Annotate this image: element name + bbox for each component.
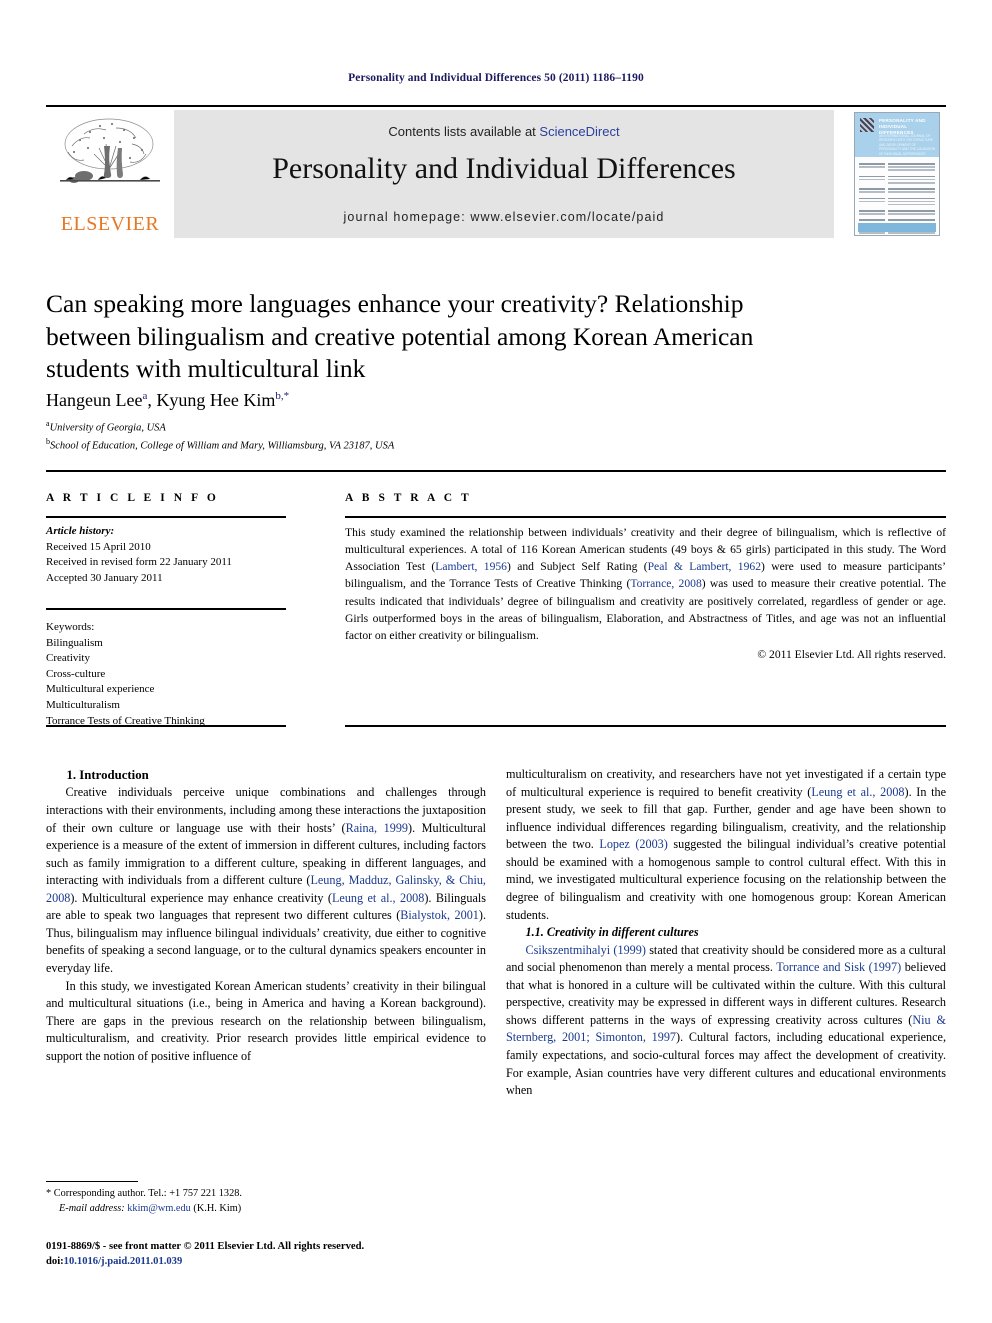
article-page: Personality and Individual Differences 5…	[0, 0, 992, 1323]
keywords-label: Keywords:	[46, 621, 95, 633]
abstract-citation-torrance[interactable]: Torrance, 2008	[630, 577, 701, 590]
abstract-copyright: © 2011 Elsevier Ltd. All rights reserved…	[757, 648, 946, 662]
citation-leung-et-al-2008-b[interactable]: Leung et al., 2008	[811, 785, 904, 799]
elsevier-wordmark: ELSEVIER	[60, 213, 160, 235]
abstract-part-2: ) and Subject Self Rating (	[506, 560, 648, 574]
article-history-label: Article history:	[46, 525, 115, 537]
paragraph-4: Csikszentmihalyi (1999) stated that crea…	[506, 942, 946, 1100]
affiliations: aUniversity of Georgia, USA bSchool of E…	[46, 418, 394, 455]
contents-available-line: Contents lists available at ScienceDirec…	[174, 124, 834, 139]
divider-keywords-bottom	[46, 725, 286, 727]
divider-abstract-bottom	[345, 725, 946, 727]
email-line: E-mail address: kkim@wm.edu (K.H. Kim)	[46, 1201, 486, 1216]
keyword-item: Multiculturalism	[46, 699, 120, 712]
revised-date: Received in revised form 22 January 2011	[46, 556, 232, 569]
cover-subtitle: AN INTERNATIONAL JOURNAL OF RESEARCH INT…	[879, 134, 936, 156]
journal-band: Contents lists available at ScienceDirec…	[174, 110, 834, 238]
citation-leung-et-al-2008[interactable]: Leung et al., 2008	[332, 891, 424, 905]
elsevier-logo: ELSEVIER	[46, 110, 174, 238]
keyword-item: Bilingualism	[46, 636, 103, 649]
article-info-heading: A R T I C L E I N F O	[46, 492, 219, 504]
journal-title: Personality and Individual Differences	[272, 152, 736, 185]
divider-abstract-top	[345, 516, 946, 518]
journal-cover-thumbnail[interactable]: PERSONALITY AND INDIVIDUAL DIFFERENCES A…	[848, 110, 946, 238]
keyword-item: Cross-culture	[46, 667, 106, 680]
author-2-affiliation-marker: b,*	[275, 390, 290, 402]
issn-copyright-block: 0191-8869/$ - see front matter © 2011 El…	[46, 1239, 566, 1270]
abstract-citation-lambert[interactable]: Lambert, 1956	[435, 560, 507, 573]
article-history: Article history: Received 15 April 2010 …	[46, 524, 286, 586]
journal-homepage-link[interactable]: journal homepage: www.elsevier.com/locat…	[174, 210, 834, 224]
citation-lopez-2003[interactable]: Lopez (2003)	[599, 837, 667, 851]
body-column-left: 1. Introduction Creative individuals per…	[46, 766, 486, 1065]
keyword-item: Multicultural experience	[46, 683, 155, 696]
doi-link[interactable]: 10.1016/j.paid.2011.01.039	[64, 1256, 183, 1267]
divider-above-article-info	[46, 470, 946, 472]
body-column-right: multiculturalism on creativity, and rese…	[506, 766, 946, 1100]
doi-label: doi:	[46, 1256, 64, 1268]
corresponding-author-footnote: * Corresponding author. Tel.: +1 757 221…	[46, 1186, 486, 1217]
paragraph-3: multiculturalism on creativity, and rese…	[506, 766, 946, 924]
section-heading-introduction: 1. Introduction	[66, 768, 149, 782]
affiliation-b: bSchool of Education, College of William…	[46, 436, 394, 454]
citation-bialystok-2001[interactable]: Bialystok, 2001	[400, 908, 479, 922]
keyword-item: Creativity	[46, 652, 90, 665]
paragraph-2: In this study, we investigated Korean Am…	[46, 978, 486, 1063]
journal-masthead: ELSEVIER Contents lists available at Sci…	[46, 105, 946, 238]
divider-article-info-top	[46, 516, 286, 518]
email-label: E-mail address:	[59, 1203, 125, 1215]
citation-csikszentmihalyi-1999[interactable]: Csikszentmihalyi (1999)	[526, 943, 646, 957]
author-list: Hangeun Leea, Kyung Hee Kimb,*	[46, 390, 289, 411]
accepted-date: Accepted 30 January 2011	[46, 571, 163, 584]
contents-prefix: Contents lists available at	[388, 124, 540, 139]
subsection-heading-creativity-cultures: 1.1. Creativity in different cultures	[525, 925, 699, 940]
email-owner: (K.H. Kim)	[193, 1203, 242, 1215]
abstract-heading: A B S T R A C T	[345, 492, 472, 504]
author-2: , Kyung Hee Kim	[147, 390, 276, 410]
email-link[interactable]: kkim@wm.edu	[127, 1203, 191, 1214]
divider-keywords-top	[46, 608, 286, 610]
running-head: Personality and Individual Differences 5…	[348, 72, 644, 84]
affiliation-b-text: School of Education, College of William …	[50, 440, 395, 452]
keywords-list: Keywords: Bilingualism Creativity Cross-…	[46, 620, 286, 729]
p1-text-c: ). Multicultural experience may enhance …	[70, 890, 332, 905]
affiliation-a-text: University of Georgia, USA	[49, 422, 166, 434]
citation-torrance-sisk-1997[interactable]: Torrance and Sisk (1997)	[776, 960, 901, 974]
citation-raina-1999[interactable]: Raina, 1999	[346, 821, 408, 835]
paragraph-1: Creative individuals perceive unique com…	[46, 784, 486, 977]
abstract-citation-peal-lambert[interactable]: Peal & Lambert, 1962	[648, 560, 761, 573]
footnote-divider	[46, 1181, 138, 1182]
author-1: Hangeun Lee	[46, 390, 143, 410]
cover-publisher-icon	[860, 118, 874, 132]
sciencedirect-link[interactable]: ScienceDirect	[539, 124, 619, 139]
doi-line: doi:10.1016/j.paid.2011.01.039	[46, 1254, 566, 1269]
elsevier-tree-icon	[60, 118, 160, 183]
article-title: Can speaking more languages enhance your…	[46, 289, 754, 384]
issn-line: 0191-8869/$ - see front matter © 2011 El…	[46, 1241, 365, 1252]
abstract-text: This study examined the relationship bet…	[345, 524, 946, 663]
affiliation-a: aUniversity of Georgia, USA	[46, 418, 394, 436]
received-date: Received 15 April 2010	[46, 540, 151, 553]
corresponding-author-line: * Corresponding author. Tel.: +1 757 221…	[46, 1188, 242, 1199]
